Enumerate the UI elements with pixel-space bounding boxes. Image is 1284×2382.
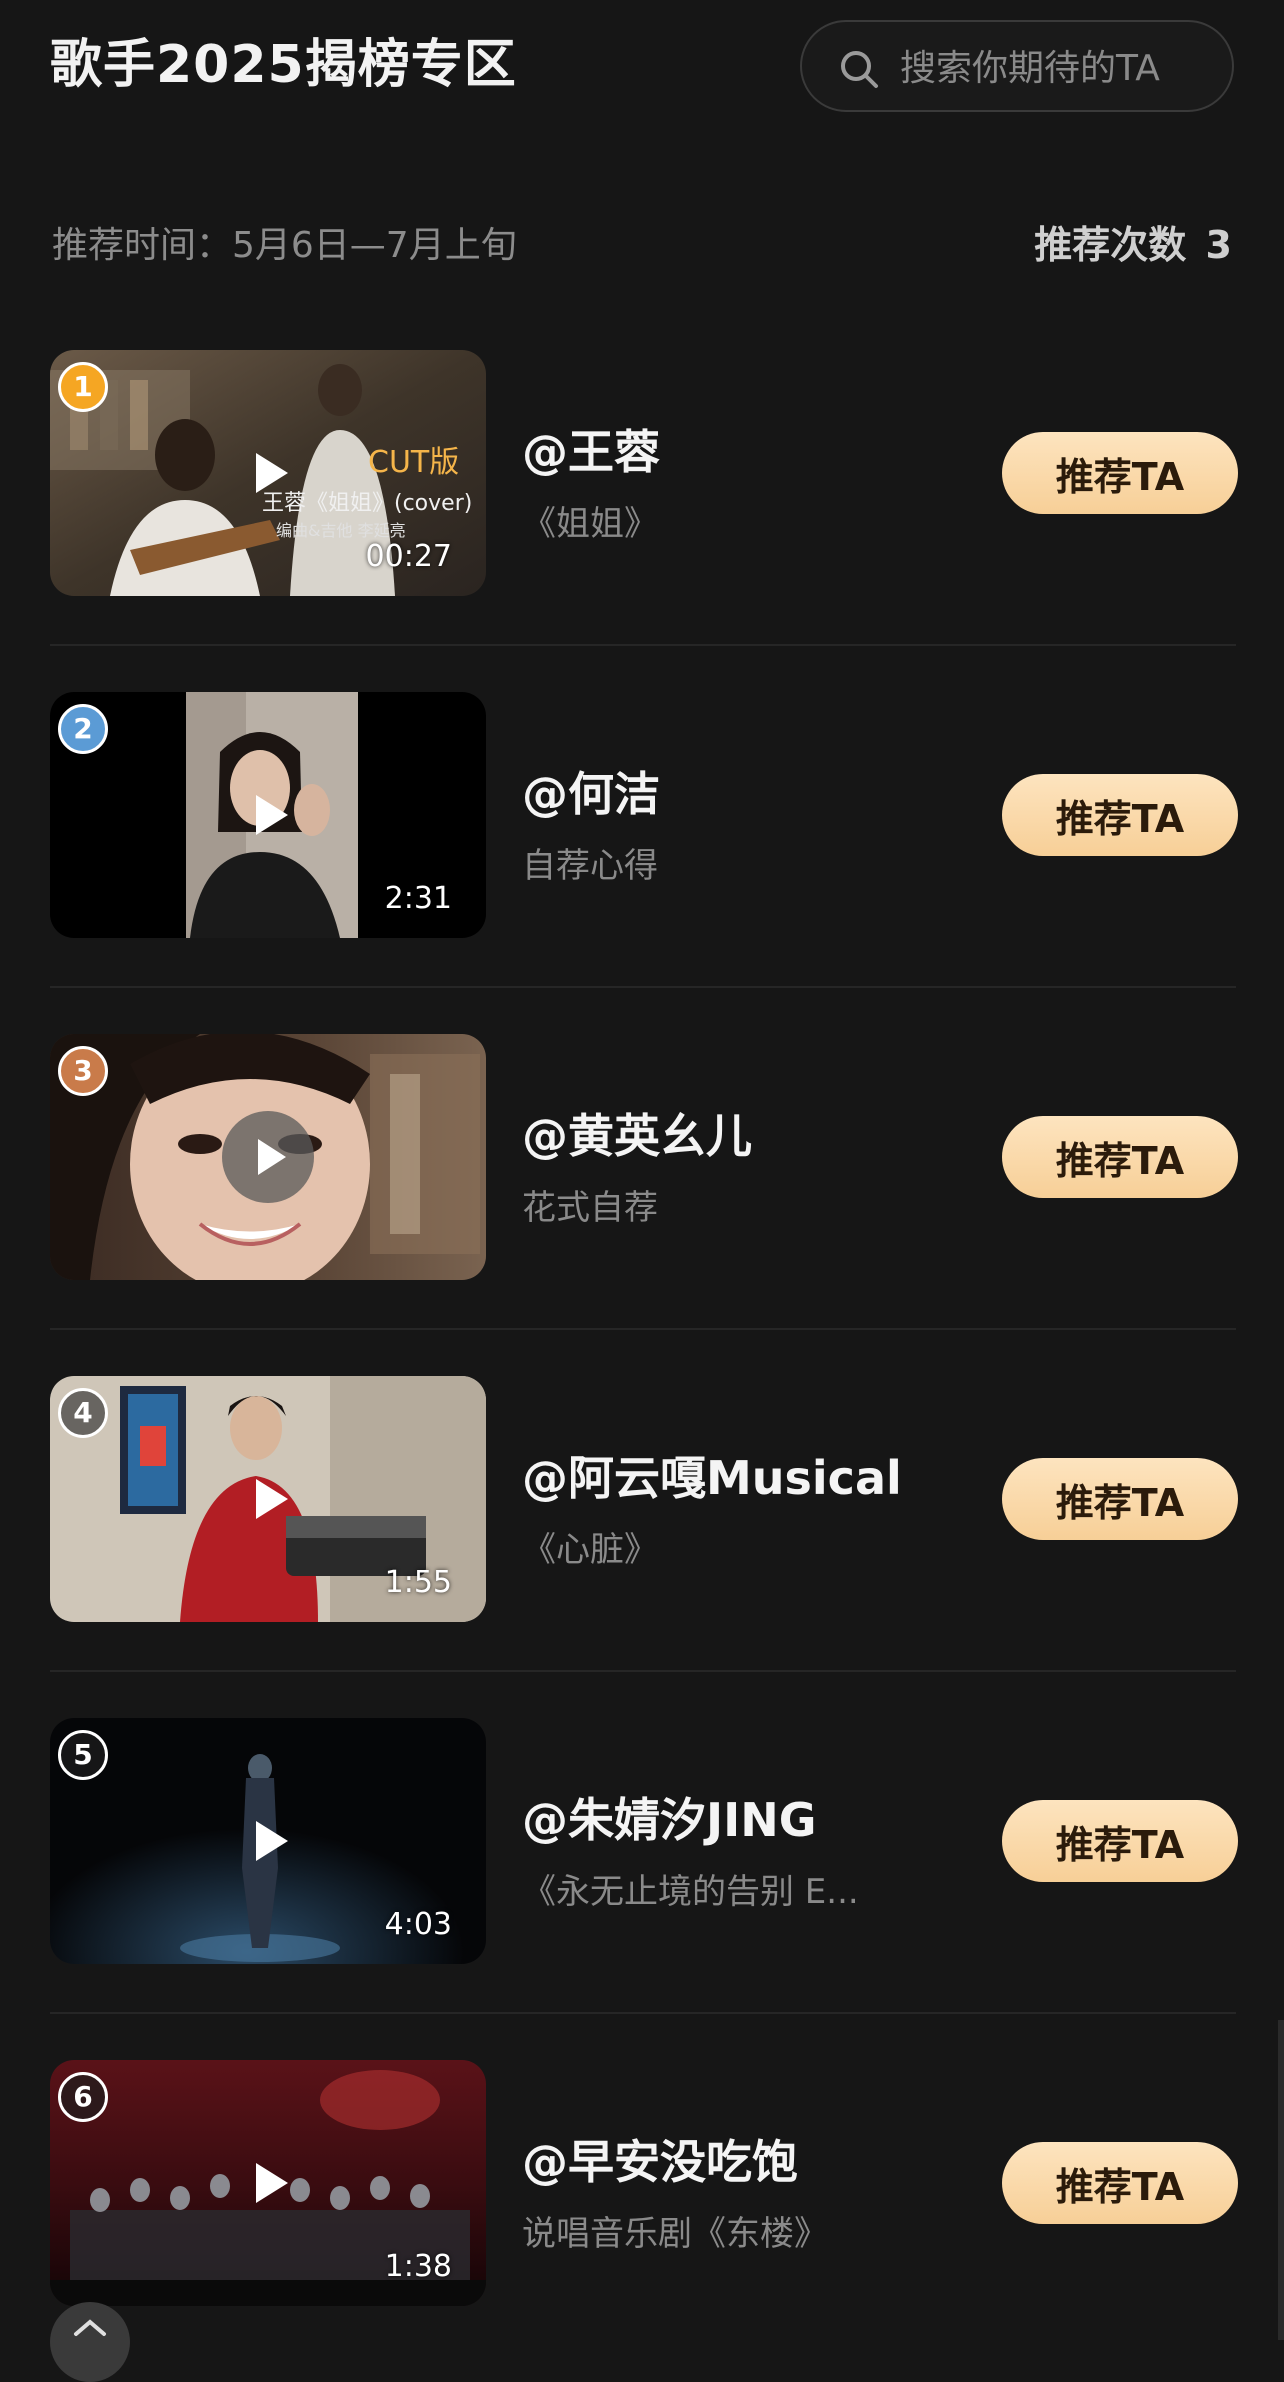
list-item[interactable]: 6 1:38 @早安没吃饱 说唱音乐剧《东楼》 推荐TA xyxy=(0,2060,1284,2306)
video-duration: 1:55 xyxy=(384,1565,452,1600)
list-item[interactable]: 4 1:55 @阿云嘎Musical 《心脏》 推荐TA xyxy=(0,1376,1284,1622)
rank-badge: 4 xyxy=(58,1388,108,1438)
list-item[interactable]: CUT版 王蓉《姐姐》(cover) 编曲&吉他 李延亮 1 00:27 @王蓉… xyxy=(0,350,1284,596)
singer-name[interactable]: @朱婧汐JING xyxy=(522,1784,817,1850)
recommend-button[interactable]: 推荐TA xyxy=(1002,432,1238,514)
play-icon[interactable] xyxy=(236,2151,300,2215)
recommend-button[interactable]: 推荐TA xyxy=(1002,774,1238,856)
header: 歌手2025揭榜专区 xyxy=(0,0,1284,140)
video-thumbnail[interactable]: 3 xyxy=(50,1034,486,1280)
play-icon[interactable] xyxy=(236,1809,300,1873)
search-box[interactable] xyxy=(800,20,1234,112)
song-title: 说唱音乐剧《东楼》 xyxy=(522,2214,828,2254)
list-item[interactable]: 2 2:31 @何洁 自荐心得 推荐TA xyxy=(0,692,1284,938)
video-thumbnail[interactable]: 5 4:03 xyxy=(50,1718,486,1964)
song-title: 自荐心得 xyxy=(522,846,658,886)
play-icon[interactable] xyxy=(236,783,300,847)
singer-name[interactable]: @何洁 xyxy=(522,758,660,824)
song-title: 花式自荐 xyxy=(522,1188,658,1228)
video-thumbnail[interactable]: 2 2:31 xyxy=(50,692,486,938)
singer-name[interactable]: @王蓉 xyxy=(522,416,660,482)
play-icon[interactable] xyxy=(222,1111,314,1203)
song-title: 《永无止境的告别 E... xyxy=(522,1872,859,1912)
list-item[interactable]: 3 @黄英幺儿 花式自荐 推荐TA xyxy=(0,1034,1284,1280)
info-row: 推荐时间：5月6日—7月上旬 推荐次数 3 xyxy=(52,210,1232,270)
video-duration: 4:03 xyxy=(384,1907,452,1942)
scroll-top-button[interactable] xyxy=(50,2302,130,2382)
singer-name[interactable]: @阿云嘎Musical xyxy=(522,1442,902,1508)
search-icon xyxy=(841,51,878,88)
rank-badge: 2 xyxy=(58,704,108,754)
play-icon[interactable] xyxy=(236,441,300,505)
search-input[interactable] xyxy=(898,34,1222,102)
thumb-credits-text: 编曲&吉他 李延亮 xyxy=(276,521,406,540)
recommend-button[interactable]: 推荐TA xyxy=(1002,1116,1238,1198)
video-thumbnail[interactable]: 4 1:55 xyxy=(50,1376,486,1622)
divider xyxy=(50,1670,1236,1672)
chevron-up-icon xyxy=(74,2319,106,2336)
recommend-button[interactable]: 推荐TA xyxy=(1002,1800,1238,1882)
list-item[interactable]: 5 4:03 @朱婧汐JING 《永无止境的告别 E... 推荐TA xyxy=(0,1718,1284,1964)
scrollbar[interactable] xyxy=(1278,2020,1284,2340)
recommend-count-label: 推荐次数 xyxy=(1034,223,1187,267)
video-duration: 1:38 xyxy=(384,2249,452,2284)
video-duration: 00:27 xyxy=(365,539,452,574)
recommend-count-value: 3 xyxy=(1205,223,1232,267)
rank-badge: 6 xyxy=(58,2072,108,2122)
rank-badge: 3 xyxy=(58,1046,108,1096)
video-duration: 2:31 xyxy=(384,881,452,916)
recommend-button[interactable]: 推荐TA xyxy=(1002,2142,1238,2224)
video-thumbnail[interactable]: 6 1:38 xyxy=(50,2060,486,2306)
video-thumbnail[interactable]: CUT版 王蓉《姐姐》(cover) 编曲&吉他 李延亮 1 00:27 xyxy=(50,350,486,596)
rank-badge: 1 xyxy=(58,362,108,412)
thumb-tag-text: CUT版 xyxy=(368,445,459,480)
recommend-button[interactable]: 推荐TA xyxy=(1002,1458,1238,1540)
divider xyxy=(50,644,1236,646)
divider xyxy=(50,1328,1236,1330)
recommend-time: 推荐时间：5月6日—7月上旬 xyxy=(52,225,517,266)
rank-badge: 5 xyxy=(58,1730,108,1780)
divider xyxy=(50,2012,1236,2014)
play-icon[interactable] xyxy=(236,1467,300,1531)
singer-name[interactable]: @黄英幺儿 xyxy=(522,1100,752,1166)
song-title: 《姐姐》 xyxy=(522,504,658,544)
divider xyxy=(50,986,1236,988)
recommend-count: 推荐次数 3 xyxy=(1028,214,1232,269)
page-title: 歌手2025揭榜专区 xyxy=(50,35,517,95)
singer-name[interactable]: @早安没吃饱 xyxy=(522,2126,798,2192)
song-title: 《心脏》 xyxy=(522,1530,658,1570)
